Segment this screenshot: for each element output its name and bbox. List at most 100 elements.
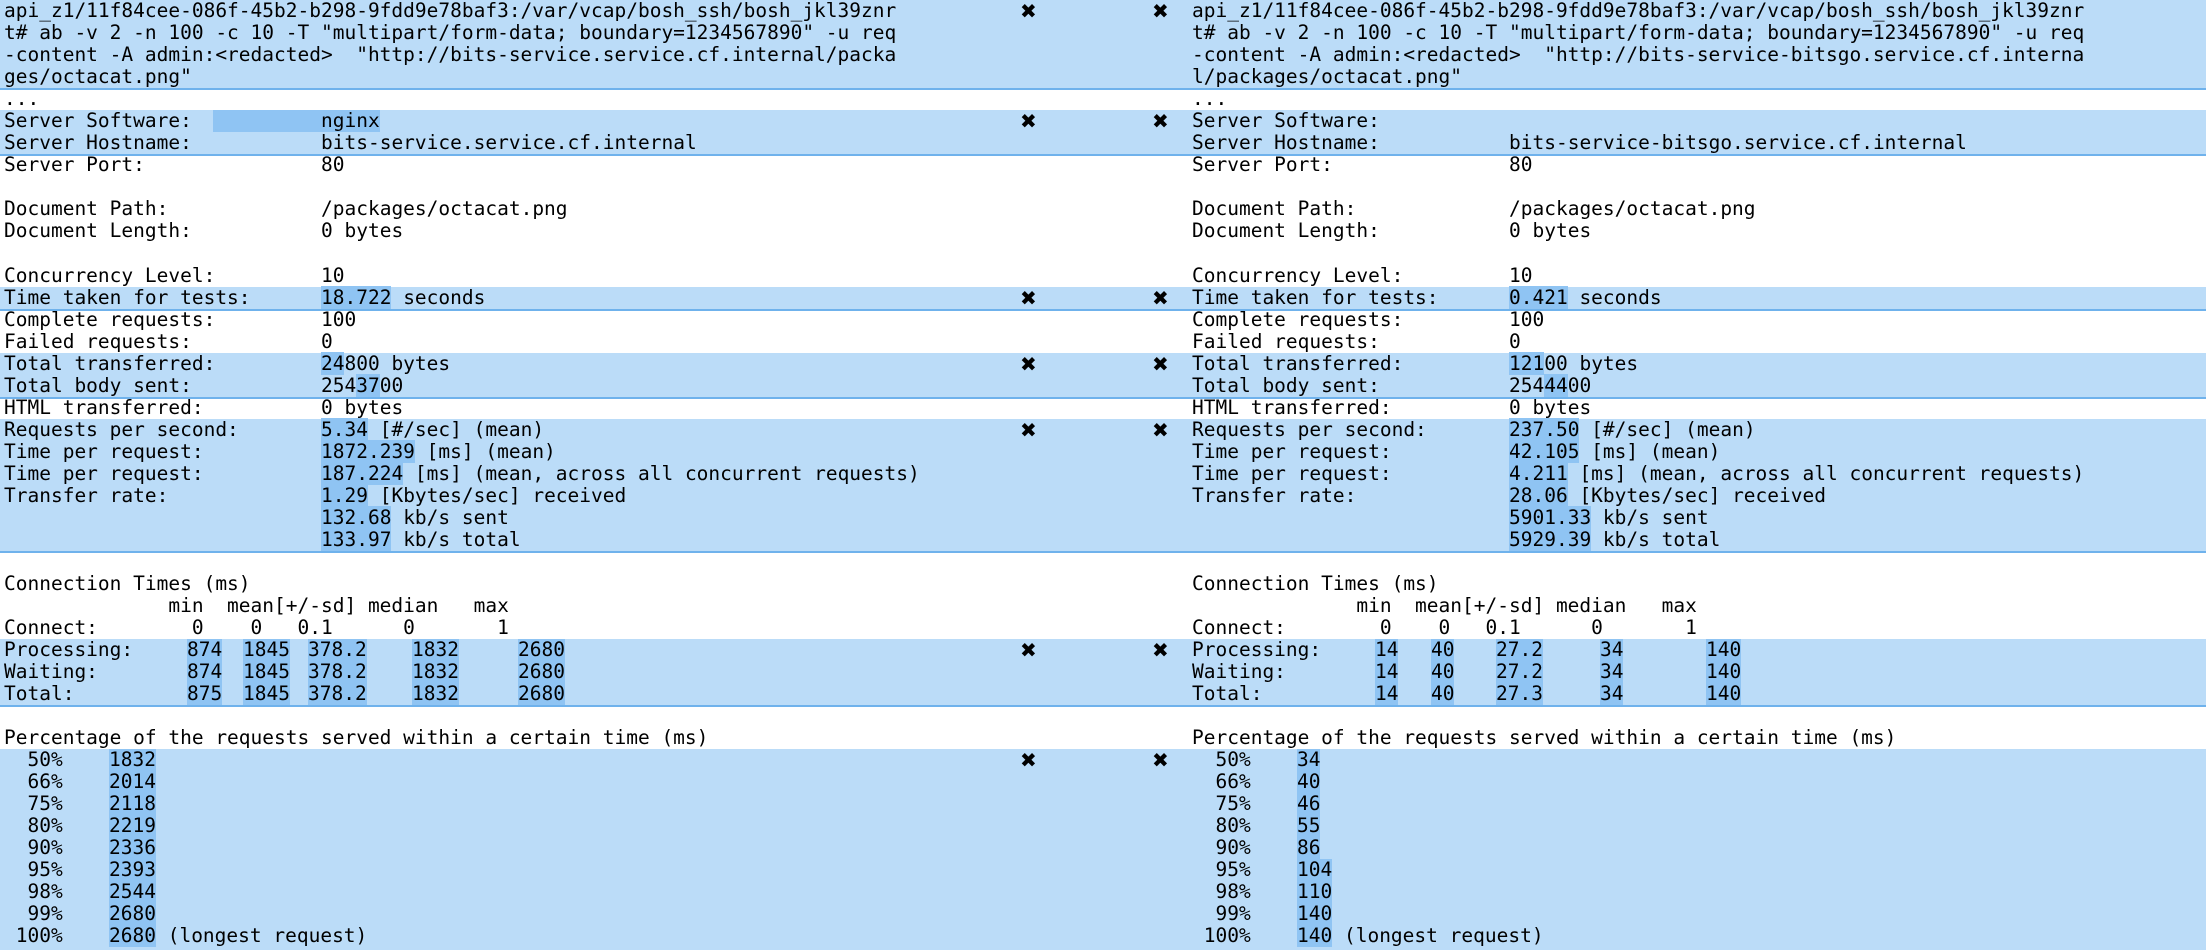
total-transferred-changed: 121 [1509, 352, 1545, 375]
server-port-value: 80 [1509, 153, 1533, 176]
connection-times-title: Connection Times (ms) [1192, 572, 1439, 595]
rps-label: Requests per second: [1192, 418, 1427, 441]
percentile-value: 2393 [109, 858, 156, 881]
time-per-request-unit: [ms] (mean) [414, 440, 556, 463]
waiting-sd: 378.2 [308, 660, 367, 683]
total-body-value: 2544400 [1509, 374, 1592, 397]
total-body-label: Total body sent: [1192, 374, 1380, 397]
total-rate-value: 133.97 kb/s total [321, 528, 521, 551]
time-per-request-concurrent-label: Time per request: [1192, 462, 1392, 485]
total-row-mean: 1845 [243, 682, 290, 705]
total-rate-unit: kb/s total [391, 528, 521, 551]
longest-note: (longest request) [155, 924, 368, 947]
document-path-value: /packages/octacat.png [1509, 197, 1756, 220]
time-per-request-label: Time per request: [4, 440, 204, 463]
failed-requests-value: 0 [1509, 330, 1521, 353]
transfer-rate-number: 28.06 [1509, 484, 1568, 507]
waiting-label: Waiting: [4, 660, 98, 683]
percentage-title: Percentage of the requests served within… [4, 726, 709, 749]
ellipsis: ... [1192, 87, 1228, 110]
waiting-median: 1832 [412, 660, 459, 683]
server-software-value: nginx [213, 110, 380, 132]
total-body-post: 00 [1567, 374, 1592, 397]
rps-label: Requests per second: [4, 418, 239, 441]
processing-median: 1832 [412, 638, 459, 661]
transfer-rate-value: 1.29 [Kbytes/sec] received [321, 484, 626, 507]
total-body-pre: 254 [321, 374, 357, 397]
connect-row: Connect: 0 0 0.1 0 1 [1192, 616, 1697, 639]
close-icon[interactable]: ✖ [1152, 639, 1169, 661]
percentile-value: 2118 [109, 792, 156, 815]
total-transferred-label: Total transferred: [1192, 352, 1404, 375]
time-per-request-concurrent-unit: [ms] (mean, across all concurrent reques… [1567, 462, 2085, 485]
total-row-min: 14 [1375, 682, 1399, 705]
total-row-label: Total: [1192, 682, 1263, 705]
percentile-value: 104 [1297, 858, 1333, 881]
document-length-label: Document Length: [4, 219, 192, 242]
command-line: api_z1/11f84cee-086f-45b2-b298-9fdd9e78b… [1192, 0, 2085, 22]
command-line: t# ab -v 2 -n 100 -c 10 -T "multipart/fo… [1192, 21, 2085, 44]
percentile-label: 66% [1192, 770, 1251, 793]
total-rate-number: 5929.39 [1509, 528, 1592, 551]
concurrency-label: Concurrency Level: [1192, 264, 1404, 287]
percentile-value: 86 [1297, 836, 1321, 859]
time-taken-unit: seconds [391, 286, 486, 309]
command-line: l/packages/octacat.png" [1192, 65, 1463, 88]
percentile-label: 50% [1192, 748, 1251, 771]
close-icon[interactable]: ✖ [1152, 353, 1169, 375]
percentile-value: 55 [1297, 814, 1321, 837]
server-port-value: 80 [321, 153, 345, 176]
close-icon[interactable]: ✖ [1152, 749, 1169, 771]
percentile-label: 75% [1192, 792, 1251, 815]
time-per-request-unit: [ms] (mean) [1579, 440, 1721, 463]
total-row-sd: 27.3 [1496, 682, 1543, 705]
percentile-label: 80% [1192, 814, 1251, 837]
percentile-value: 110 [1297, 880, 1333, 903]
transfer-rate-label: Transfer rate: [1192, 484, 1357, 507]
percentile-value: 40 [1297, 770, 1321, 793]
rps-number: 5.34 [321, 418, 368, 441]
total-body-post: 00 [379, 374, 404, 397]
waiting-median: 34 [1600, 660, 1624, 683]
concurrency-label: Concurrency Level: [4, 264, 216, 287]
processing-mean: 40 [1431, 638, 1455, 661]
failed-requests-value: 0 [321, 330, 333, 353]
time-per-request-concurrent-unit: [ms] (mean, across all concurrent reques… [403, 462, 920, 485]
processing-sd: 27.2 [1496, 638, 1543, 661]
server-hostname-label: Server Hostname: [1192, 131, 1380, 154]
total-row-max: 140 [1706, 682, 1742, 705]
sent-rate-number: 5901.33 [1509, 506, 1592, 529]
left-pane: api_z1/11f84cee-086f-45b2-b298-9fdd9e78b… [0, 0, 1087, 950]
total-row-label: Total: [4, 682, 75, 705]
rps-value: 5.34 [#/sec] (mean) [321, 418, 545, 441]
waiting-min: 14 [1375, 660, 1399, 683]
time-per-request-number: 42.105 [1509, 440, 1580, 463]
longest-note: (longest request) [1332, 924, 1544, 947]
percentile-value: 2680 [109, 902, 156, 925]
total-row-sd: 378.2 [308, 682, 367, 705]
server-software-label: Server Software: [4, 109, 192, 132]
close-icon[interactable]: ✖ [1152, 110, 1169, 132]
close-icon[interactable]: ✖ [1152, 419, 1169, 441]
right-pane: api_z1/11f84cee-086f-45b2-b298-9fdd9e78b… [1188, 0, 2206, 950]
total-body-label: Total body sent: [4, 374, 192, 397]
document-length-value: 0 bytes [321, 219, 404, 242]
rps-unit: [#/sec] (mean) [367, 418, 545, 441]
close-icon[interactable]: ✖ [1152, 0, 1169, 22]
close-icon[interactable]: ✖ [1152, 287, 1169, 309]
server-software-label: Server Software: [1192, 109, 1380, 132]
percentile-label: 98% [1192, 880, 1251, 903]
complete-requests-label: Complete requests: [4, 308, 216, 331]
time-per-request-concurrent-number: 187.224 [321, 462, 404, 485]
percentile-value: 34 [1297, 748, 1321, 771]
total-transferred-label: Total transferred: [4, 352, 216, 375]
processing-mean: 1845 [243, 638, 290, 661]
sent-rate-unit: kb/s sent [391, 506, 509, 529]
failed-requests-label: Failed requests: [4, 330, 192, 353]
time-per-request-value: 42.105 [ms] (mean) [1509, 440, 1721, 463]
failed-requests-label: Failed requests: [1192, 330, 1380, 353]
time-taken-label: Time taken for tests: [1192, 286, 1439, 309]
percentile-value: 2544 [109, 880, 156, 903]
sent-rate-value: 5901.33 kb/s sent [1509, 506, 1709, 529]
server-hostname-label: Server Hostname: [4, 131, 192, 154]
